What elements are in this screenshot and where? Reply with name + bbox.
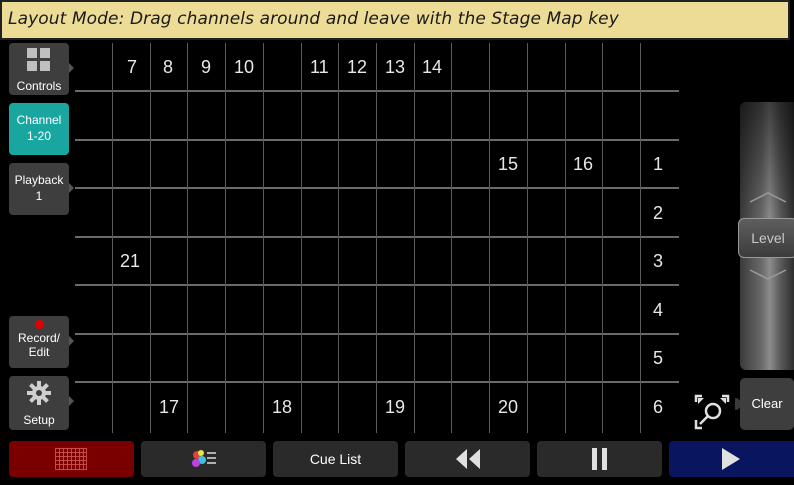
chevron-down-icon [749,269,787,280]
channel-cell[interactable]: 17 [159,397,179,418]
channel-cell[interactable]: 16 [573,154,593,175]
record-edit-button[interactable]: Record/ Edit [9,316,74,368]
cue-list-button[interactable]: Cue List [273,441,398,477]
grid-row-line [75,139,679,141]
channel-cell[interactable]: 12 [347,57,367,78]
channel-cell[interactable]: 3 [653,251,663,272]
channel-cell[interactable]: 14 [422,57,442,78]
setup-label: Setup [23,413,55,427]
channel-tab[interactable]: Channel 1-20 [9,103,69,155]
channel-cell[interactable]: 20 [498,397,518,418]
record-notch [69,336,74,346]
level-button[interactable]: Level [738,218,794,258]
grid-col-line [451,43,452,433]
playback-button[interactable]: Playback 1 [9,163,74,215]
channel-cell[interactable]: 6 [653,397,663,418]
channel-cell[interactable]: 8 [163,57,173,78]
channel-cell[interactable]: 5 [653,348,663,369]
gear-icon [27,381,51,405]
grid-row-line [75,236,679,238]
channel-cell[interactable]: 1 [653,154,663,175]
grid-col-line [225,43,226,433]
channel-cell[interactable]: 19 [385,397,405,418]
chevron-up-icon [749,192,787,203]
grid-row-line [75,284,679,286]
record-label: Record/ [17,331,61,345]
stage-map-grid[interactable]: 7 8 9 10 11 12 13 14 15 16 1 2 21 3 4 5 … [75,43,679,433]
setup-button[interactable]: Setup [9,376,74,430]
grid-row-line [75,381,679,383]
zoom-fit-icon[interactable] [694,394,730,430]
channel-cell[interactable]: 2 [653,203,663,224]
controls-label: Controls [16,79,62,93]
setup-notch [69,396,74,406]
grid-row-line [75,333,679,335]
grid-col-line [565,43,566,433]
channel-cell[interactable]: 11 [310,57,329,78]
clear-button[interactable]: Clear [740,378,794,430]
go-button[interactable] [669,441,794,477]
banner-text: Layout Mode: Drag channels around and le… [8,9,619,29]
controls-notch [69,63,74,73]
controls-grid-icon [27,48,50,71]
color-palette-icon [192,450,216,467]
grid-col-line [150,43,151,433]
rewind-button[interactable] [405,441,530,477]
channel-cell[interactable]: 9 [201,57,211,78]
edit-label: Edit [28,345,50,359]
grid-row-line [75,90,679,92]
rewind-icon [456,449,480,469]
grid-col-line [187,43,188,433]
grid-col-line [640,43,641,433]
play-icon [722,448,740,470]
grid-col-line [376,43,377,433]
grid-col-line [301,43,302,433]
grid-col-line [263,43,264,433]
grid-col-line [527,43,528,433]
pause-icon [592,448,607,470]
record-dot-icon [34,320,44,329]
playback-label: Playback [14,173,64,187]
channel-cell[interactable]: 10 [234,57,254,78]
controls-button[interactable]: Controls [9,43,74,95]
channel-cell[interactable]: 7 [127,57,137,78]
layout-mode-banner: Layout Mode: Drag channels around and le… [0,0,790,40]
playback-number: 1 [35,189,43,203]
channel-cell[interactable]: 21 [120,251,140,272]
stage-map-grid-icon [55,448,87,470]
grid-col-line [602,43,603,433]
fader-shade [740,102,794,222]
pause-button[interactable] [537,441,662,477]
grid-col-line [112,43,113,433]
playback-notch [69,183,74,193]
stage-map-button[interactable] [9,441,134,477]
grid-col-line [414,43,415,433]
channel-label: Channel [16,113,62,127]
channel-range: 1-20 [26,129,52,143]
channel-cell[interactable]: 18 [272,397,292,418]
grid-col-line [489,43,490,433]
channel-cell[interactable]: 15 [498,154,518,175]
grid-row-line [75,187,679,189]
channel-cell[interactable]: 13 [385,57,405,78]
grid-col-line [338,43,339,433]
channel-cell[interactable]: 4 [653,300,663,321]
color-palette-button[interactable] [141,441,266,477]
